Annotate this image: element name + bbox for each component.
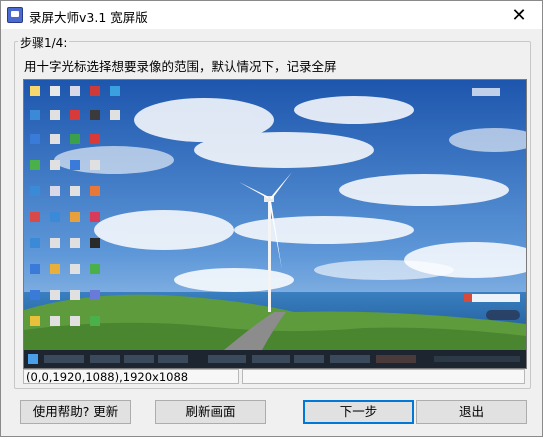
app-icon xyxy=(7,7,23,23)
desktop-screenshot-image xyxy=(24,80,526,368)
close-button[interactable]: ✕ xyxy=(496,1,542,29)
help-update-button[interactable]: 使用帮助? 更新 xyxy=(20,400,131,424)
exit-button[interactable]: 退出 xyxy=(416,400,527,424)
close-icon: ✕ xyxy=(511,4,527,26)
screen-preview[interactable] xyxy=(23,79,527,369)
status-panel xyxy=(242,369,525,384)
title-bar[interactable]: 录屏大师v3.1 宽屏版 ✕ xyxy=(1,1,542,29)
next-step-button[interactable]: 下一步 xyxy=(303,400,414,424)
region-status: (0,0,1920,1088),1920x1088 xyxy=(23,369,239,384)
step-label: 步骤1/4: xyxy=(18,34,70,51)
instruction-text: 用十字光标选择想要录像的范围，默认情况下，记录全屏 xyxy=(24,59,337,74)
refresh-screen-button[interactable]: 刷新画面 xyxy=(155,400,266,424)
window-title: 录屏大师v3.1 宽屏版 xyxy=(29,10,148,25)
